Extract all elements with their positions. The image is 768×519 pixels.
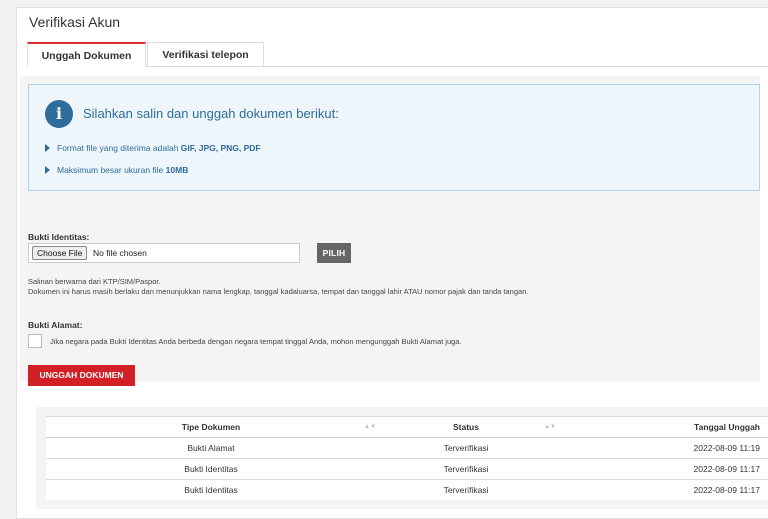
info-icon: i bbox=[45, 100, 73, 128]
documents-table: Tipe Dokumen ▲▼ Status ▲▼ Tanggal Unggah B… bbox=[46, 416, 768, 500]
cell-type: Bukti Alamat bbox=[46, 437, 376, 459]
column-header-status[interactable]: Status ▲▼ bbox=[376, 416, 556, 438]
tab-phone-verification[interactable]: Verifikasi telepon bbox=[147, 42, 264, 66]
documents-table-section: Tipe Dokumen ▲▼ Status ▲▼ Tanggal Unggah B… bbox=[36, 407, 768, 509]
cell-type: Bukti Identitas bbox=[46, 458, 376, 480]
upload-documents-button[interactable]: UNGGAH DOKUMEN ANDA bbox=[28, 365, 135, 401]
format-values: GIF, JPG, PNG, PDF bbox=[180, 143, 261, 153]
column-header-label: Tipe Dokumen bbox=[181, 422, 241, 432]
table-row: Bukti Alamat Terverifikasi 2022-08-09 11… bbox=[46, 437, 768, 459]
format-text: Format file yang diterima adalah bbox=[57, 143, 181, 153]
upload-section: i Silahkan salin dan unggah dokumen beri… bbox=[20, 76, 760, 401]
table-row: Bukti Identitas Terverifikasi 2022-08-09… bbox=[46, 458, 768, 480]
cell-status: Terverifikasi bbox=[376, 437, 556, 459]
file-status: No file chosen bbox=[93, 248, 147, 258]
sort-icon: ▲▼ bbox=[544, 424, 556, 430]
address-checkbox-text: Jika negara pada Bukti Identitas Anda be… bbox=[50, 337, 462, 346]
choose-file-button[interactable]: Choose File bbox=[32, 246, 88, 260]
page-title: Verifikasi Akun bbox=[29, 14, 121, 30]
cell-status: Terverifikasi bbox=[376, 479, 556, 500]
column-header-label: Status bbox=[453, 422, 479, 432]
size-text: Maksimum besar ukuran file bbox=[57, 165, 166, 175]
info-size-line: Maksimum besar ukuran file 10MB bbox=[45, 165, 188, 175]
column-header-date[interactable]: Tanggal Unggah bbox=[556, 416, 768, 438]
info-title: Silahkan salin dan unggah dokumen beriku… bbox=[83, 106, 339, 121]
bullet-triangle-icon bbox=[45, 144, 50, 152]
size-value: 10MB bbox=[165, 165, 189, 175]
cell-date: 2022-08-09 11:17 bbox=[556, 458, 768, 480]
pilih-button[interactable]: PILIH bbox=[317, 243, 351, 263]
identity-label: Bukti Identitas: bbox=[28, 232, 90, 242]
identity-file-input[interactable]: Choose File No file chosen bbox=[28, 243, 300, 263]
bullet-triangle-icon bbox=[45, 166, 50, 174]
address-label: Bukti Alamat: bbox=[28, 320, 83, 330]
table-row: Bukti Identitas Terverifikasi 2022-08-09… bbox=[46, 479, 768, 500]
cell-date: 2022-08-09 11:17 bbox=[556, 479, 768, 500]
cell-status: Terverifikasi bbox=[376, 458, 556, 480]
address-checkbox[interactable] bbox=[28, 334, 42, 348]
column-header-label: Tanggal Unggah bbox=[694, 422, 760, 432]
cell-type: Bukti Identitas bbox=[46, 479, 376, 500]
info-format-line: Format file yang diterima adalah GIF, JP… bbox=[45, 143, 261, 153]
cell-date: 2022-08-09 11:19 bbox=[556, 437, 768, 459]
info-box: i Silahkan salin dan unggah dokumen beri… bbox=[28, 84, 760, 191]
table-header-row: Tipe Dokumen ▲▼ Status ▲▼ Tanggal Unggah bbox=[46, 416, 768, 438]
sort-icon: ▲▼ bbox=[364, 424, 376, 430]
tab-upload-document[interactable]: Unggah Dokumen bbox=[27, 42, 146, 67]
tab-bar: Unggah Dokumen Verifikasi telepon bbox=[27, 42, 768, 67]
column-header-type[interactable]: Tipe Dokumen ▲▼ bbox=[46, 416, 376, 438]
identity-note-2: Dokumen ini harus masih berlaku dan menu… bbox=[28, 287, 529, 296]
identity-note-1: Salinan berwarna dari KTP/SIM/Paspor. bbox=[28, 277, 161, 286]
